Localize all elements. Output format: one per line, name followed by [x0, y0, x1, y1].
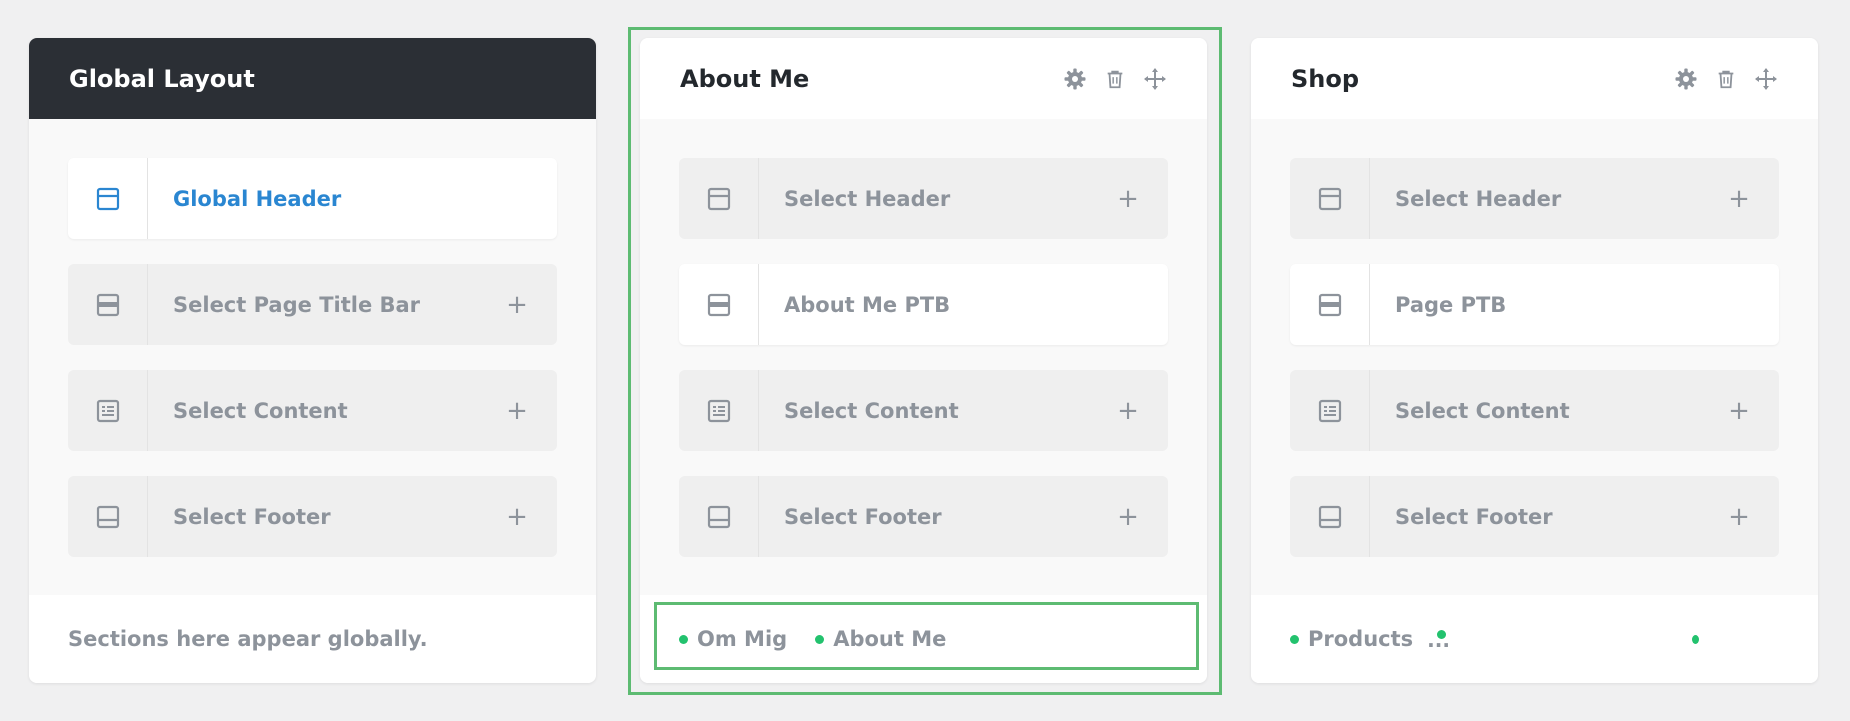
trash-icon[interactable]	[1714, 67, 1738, 91]
about-me-card: About Me Select Header + About Me PTB Se…	[640, 38, 1207, 683]
move-icon[interactable]	[1754, 67, 1778, 91]
move-icon[interactable]	[1143, 67, 1167, 91]
page-title-bar-icon	[679, 264, 759, 345]
slot-label: Select Footer	[784, 504, 942, 529]
slot-page-title-bar[interactable]: Page PTB	[1290, 264, 1779, 345]
add-icon[interactable]: +	[1088, 184, 1168, 214]
add-icon[interactable]: +	[1088, 502, 1168, 532]
shop-header: Shop	[1251, 38, 1818, 119]
card-title: Global Layout	[69, 64, 255, 93]
global-layout-card: Global Layout Global Header Select Page …	[29, 38, 596, 683]
condition-tag[interactable]: About Me	[815, 627, 946, 651]
page-title-bar-icon	[1290, 264, 1370, 345]
header-layout-icon	[679, 158, 759, 239]
slot-footer[interactable]: Select Footer +	[1290, 476, 1779, 557]
slot-label: Select Content	[784, 398, 959, 423]
shop-conditions: Products ...	[1251, 595, 1818, 683]
trash-icon[interactable]	[1103, 67, 1127, 91]
slot-label: Select Footer	[1395, 504, 1553, 529]
footer-note: Sections here appear globally.	[68, 627, 428, 651]
slot-footer[interactable]: Select Footer +	[679, 476, 1168, 557]
slot-label: Select Header	[1395, 186, 1562, 211]
about-me-header: About Me	[640, 38, 1207, 119]
add-icon[interactable]: +	[477, 290, 557, 320]
global-layout-footer: Sections here appear globally.	[29, 595, 596, 683]
more-conditions-indicator[interactable]: ...	[1427, 624, 1457, 654]
add-icon[interactable]: +	[477, 502, 557, 532]
slot-label: Select Content	[1395, 398, 1570, 423]
slot-content[interactable]: Select Content +	[679, 370, 1168, 451]
content-layout-icon	[1290, 370, 1370, 451]
shop-card: Shop Select Header + Page PTB Select Con…	[1251, 38, 1818, 683]
card-title: About Me	[680, 64, 810, 93]
global-layout-slots: Global Header Select Page Title Bar + Se…	[29, 119, 596, 557]
add-icon[interactable]: +	[1088, 396, 1168, 426]
gear-icon[interactable]	[1063, 67, 1087, 91]
slot-label: Page PTB	[1395, 292, 1507, 317]
slot-global-header[interactable]: Global Header	[68, 158, 557, 239]
condition-tag[interactable]: Products	[1290, 627, 1413, 651]
slot-label: Global Header	[173, 186, 342, 211]
global-layout-header: Global Layout	[29, 38, 596, 119]
page-title-bar-icon	[68, 264, 148, 345]
slot-label: Select Footer	[173, 504, 331, 529]
slot-label: Select Content	[173, 398, 348, 423]
slot-header[interactable]: Select Header +	[679, 158, 1168, 239]
slot-label: Select Page Title Bar	[173, 292, 421, 317]
condition-label: Products	[1308, 627, 1414, 651]
slot-label: About Me PTB	[784, 292, 951, 317]
add-icon[interactable]: +	[1699, 502, 1779, 532]
status-dot	[815, 634, 825, 644]
status-dot	[1290, 634, 1299, 644]
about-me-slots: Select Header + About Me PTB Select Cont…	[640, 119, 1207, 557]
slot-footer[interactable]: Select Footer +	[68, 476, 557, 557]
content-layout-icon	[679, 370, 759, 451]
condition-label: About Me	[833, 627, 947, 651]
about-me-conditions: Om Mig About Me	[640, 595, 1207, 683]
card-actions	[1674, 67, 1778, 91]
status-dot	[679, 634, 688, 644]
slot-content[interactable]: Select Content +	[68, 370, 557, 451]
more-ellipsis: ...	[1427, 628, 1450, 652]
add-icon[interactable]: +	[477, 396, 557, 426]
status-dot	[1692, 634, 1699, 644]
gear-icon[interactable]	[1674, 67, 1698, 91]
content-layout-icon	[68, 370, 148, 451]
card-title: Shop	[1291, 64, 1360, 93]
condition-label: Om Mig	[697, 627, 788, 651]
header-layout-icon	[1290, 158, 1370, 239]
footer-layout-icon	[1290, 476, 1370, 557]
slot-label: Select Header	[784, 186, 951, 211]
slot-page-title-bar[interactable]: About Me PTB	[679, 264, 1168, 345]
footer-layout-icon	[679, 476, 759, 557]
slot-header[interactable]: Select Header +	[1290, 158, 1779, 239]
add-icon[interactable]: +	[1699, 396, 1779, 426]
add-icon[interactable]: +	[1699, 184, 1779, 214]
condition-tag[interactable]: Om Mig	[679, 627, 787, 651]
slot-content[interactable]: Select Content +	[1290, 370, 1779, 451]
footer-layout-icon	[68, 476, 148, 557]
card-actions	[1063, 67, 1167, 91]
header-layout-icon	[68, 158, 148, 239]
shop-slots: Select Header + Page PTB Select Content …	[1251, 119, 1818, 557]
slot-page-title-bar[interactable]: Select Page Title Bar +	[68, 264, 557, 345]
